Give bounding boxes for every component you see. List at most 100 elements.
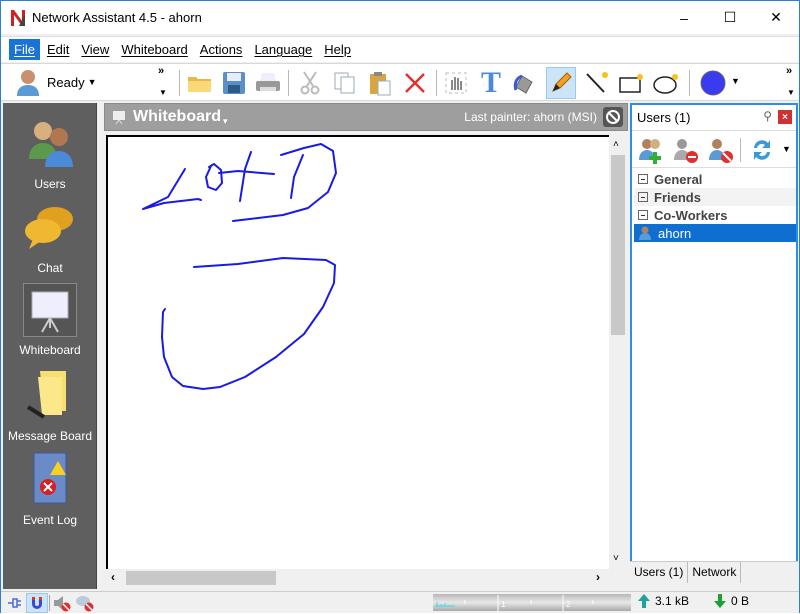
refresh-dropdown-arrow-icon[interactable]: ▼ (782, 144, 791, 154)
horizontal-scroll-thumb[interactable] (126, 571, 276, 585)
save-button[interactable] (219, 67, 249, 99)
menu-file[interactable]: File (9, 39, 40, 60)
chat-icon (25, 207, 73, 249)
pencil-tool-button[interactable] (546, 67, 576, 99)
pin-icon[interactable]: ⚲ (763, 109, 772, 123)
collapse-icon[interactable] (638, 174, 648, 184)
line-icon (586, 72, 608, 93)
scroll-right-arrow-icon[interactable]: › (596, 570, 600, 584)
toolbar-separator (689, 70, 690, 96)
color-dropdown-arrow-icon[interactable]: ▼ (731, 76, 740, 86)
whiteboard-title-dropdown-icon[interactable]: ▾ (223, 116, 228, 127)
hand-tool-button[interactable] (441, 67, 471, 99)
stroke-letter-4 (218, 151, 275, 202)
sidebar-item-message-board[interactable]: Message Board (3, 367, 97, 443)
whiteboard-canvas[interactable] (106, 135, 609, 569)
tab-users[interactable]: Users (1) (630, 562, 689, 583)
toolbar-overflow-right-button[interactable]: » (786, 65, 792, 77)
clear-whiteboard-button[interactable] (603, 107, 623, 127)
fill-tool-button[interactable] (511, 67, 541, 99)
paste-button[interactable] (365, 67, 395, 99)
menu-language[interactable]: Language (249, 39, 317, 60)
status-separator (49, 595, 50, 611)
toolbar-options-icon[interactable]: ▼ (159, 88, 167, 97)
scroll-left-arrow-icon[interactable]: ‹ (111, 570, 115, 584)
user-name: ahorn (658, 225, 692, 241)
sidebar-item-users[interactable]: Users (3, 119, 97, 193)
sidebar-item-event-log[interactable]: Event Log (3, 451, 97, 527)
group-label: Co-Workers (654, 207, 728, 223)
cut-button[interactable] (295, 67, 325, 99)
rectangle-tool-button[interactable] (617, 67, 647, 99)
scroll-up-arrow-icon[interactable]: ˄ (613, 139, 619, 150)
plug-icon (8, 598, 21, 608)
tab-network[interactable]: Network (688, 562, 742, 583)
close-button[interactable]: ✕ (753, 1, 799, 34)
sidebar: Users Chat Whiteboard Message Board Even… (3, 103, 97, 589)
color-picker-button[interactable] (693, 67, 733, 99)
menu-view[interactable]: View (76, 39, 114, 60)
toolbar-separator (740, 138, 741, 162)
traffic-graph (435, 595, 594, 611)
add-user-button[interactable] (637, 136, 665, 167)
sidebar-item-whiteboard[interactable]: Whiteboard (3, 283, 97, 359)
menu-help[interactable]: Help (319, 39, 356, 60)
last-painter-label: Last painter: ahorn (MSI) (464, 110, 597, 124)
block-user-button[interactable] (707, 136, 735, 167)
connect-button[interactable] (5, 593, 27, 613)
print-button[interactable] (253, 67, 283, 99)
menu-whiteboard[interactable]: Whiteboard (116, 39, 192, 60)
minimize-button[interactable]: – (661, 1, 707, 34)
magnet-button[interactable] (26, 593, 48, 613)
vertical-scroll-thumb[interactable] (611, 155, 625, 335)
block-user-icon (709, 139, 733, 163)
stroke-letter-d (232, 143, 337, 222)
refresh-button[interactable] (748, 136, 776, 167)
refresh-icon (754, 140, 770, 160)
sidebar-item-chat[interactable]: Chat (3, 203, 97, 277)
vertical-scrollbar[interactable]: ˄ ˅ (609, 135, 627, 569)
menu-edit[interactable]: Edit (42, 39, 74, 60)
menu-actions[interactable]: Actions (195, 39, 248, 60)
group-general[interactable]: General (634, 170, 796, 188)
group-co-workers[interactable]: Co-Workers (634, 206, 796, 224)
copy-button[interactable] (330, 67, 360, 99)
toolbar-options-right-icon[interactable]: ▼ (787, 88, 795, 97)
upload-indicator: 3.1 kB (637, 593, 689, 609)
whiteboard-title: Whiteboard (133, 108, 221, 125)
users-panel-toolbar: ▼ (632, 132, 796, 168)
mute-chat-button[interactable] (74, 593, 96, 613)
folder-icon (188, 77, 211, 92)
toolbar-overflow-button[interactable]: » (158, 65, 164, 77)
toolbar-separator (179, 70, 180, 96)
status-dropdown-arrow-icon: ▼ (87, 77, 97, 87)
meter-tick-1: 1 (501, 600, 506, 609)
delete-button[interactable] (400, 67, 430, 99)
users-panel: Users (1) ⚲ × ▼ General Friends Co-Worke… (630, 103, 798, 581)
window-title: Network Assistant 4.5 - ahorn (32, 10, 202, 25)
whiteboard-pane: Whiteboard ▾ Last painter: ahorn (MSI) ˄ (104, 103, 628, 589)
group-friends[interactable]: Friends (634, 188, 796, 206)
text-tool-button[interactable]: T (476, 66, 506, 99)
maximize-button[interactable]: ☐ (707, 1, 753, 34)
close-panel-icon[interactable]: × (778, 110, 792, 124)
rectangle-icon (619, 74, 643, 93)
text-t-icon: T (480, 66, 501, 99)
collapse-icon[interactable] (638, 210, 648, 220)
hand-icon (445, 72, 467, 94)
note-icon (26, 371, 66, 419)
ellipse-tool-button[interactable] (652, 67, 682, 99)
user-item[interactable]: ahorn (634, 224, 796, 242)
line-tool-button[interactable] (582, 67, 612, 99)
mute-sound-button[interactable] (51, 593, 73, 613)
status-dropdown[interactable]: Ready ▼ (15, 68, 97, 96)
scroll-down-arrow-icon[interactable]: ˅ (613, 553, 619, 564)
download-indicator: 0 B (713, 593, 749, 609)
users-panel-header: Users (1) ⚲ × (632, 105, 796, 131)
users-icon (29, 122, 73, 167)
horizontal-scrollbar[interactable]: ‹ › (106, 569, 609, 587)
remove-user-button[interactable] (672, 136, 700, 167)
status-label: Ready (47, 74, 85, 90)
collapse-icon[interactable] (638, 192, 648, 202)
open-button[interactable] (185, 67, 215, 99)
